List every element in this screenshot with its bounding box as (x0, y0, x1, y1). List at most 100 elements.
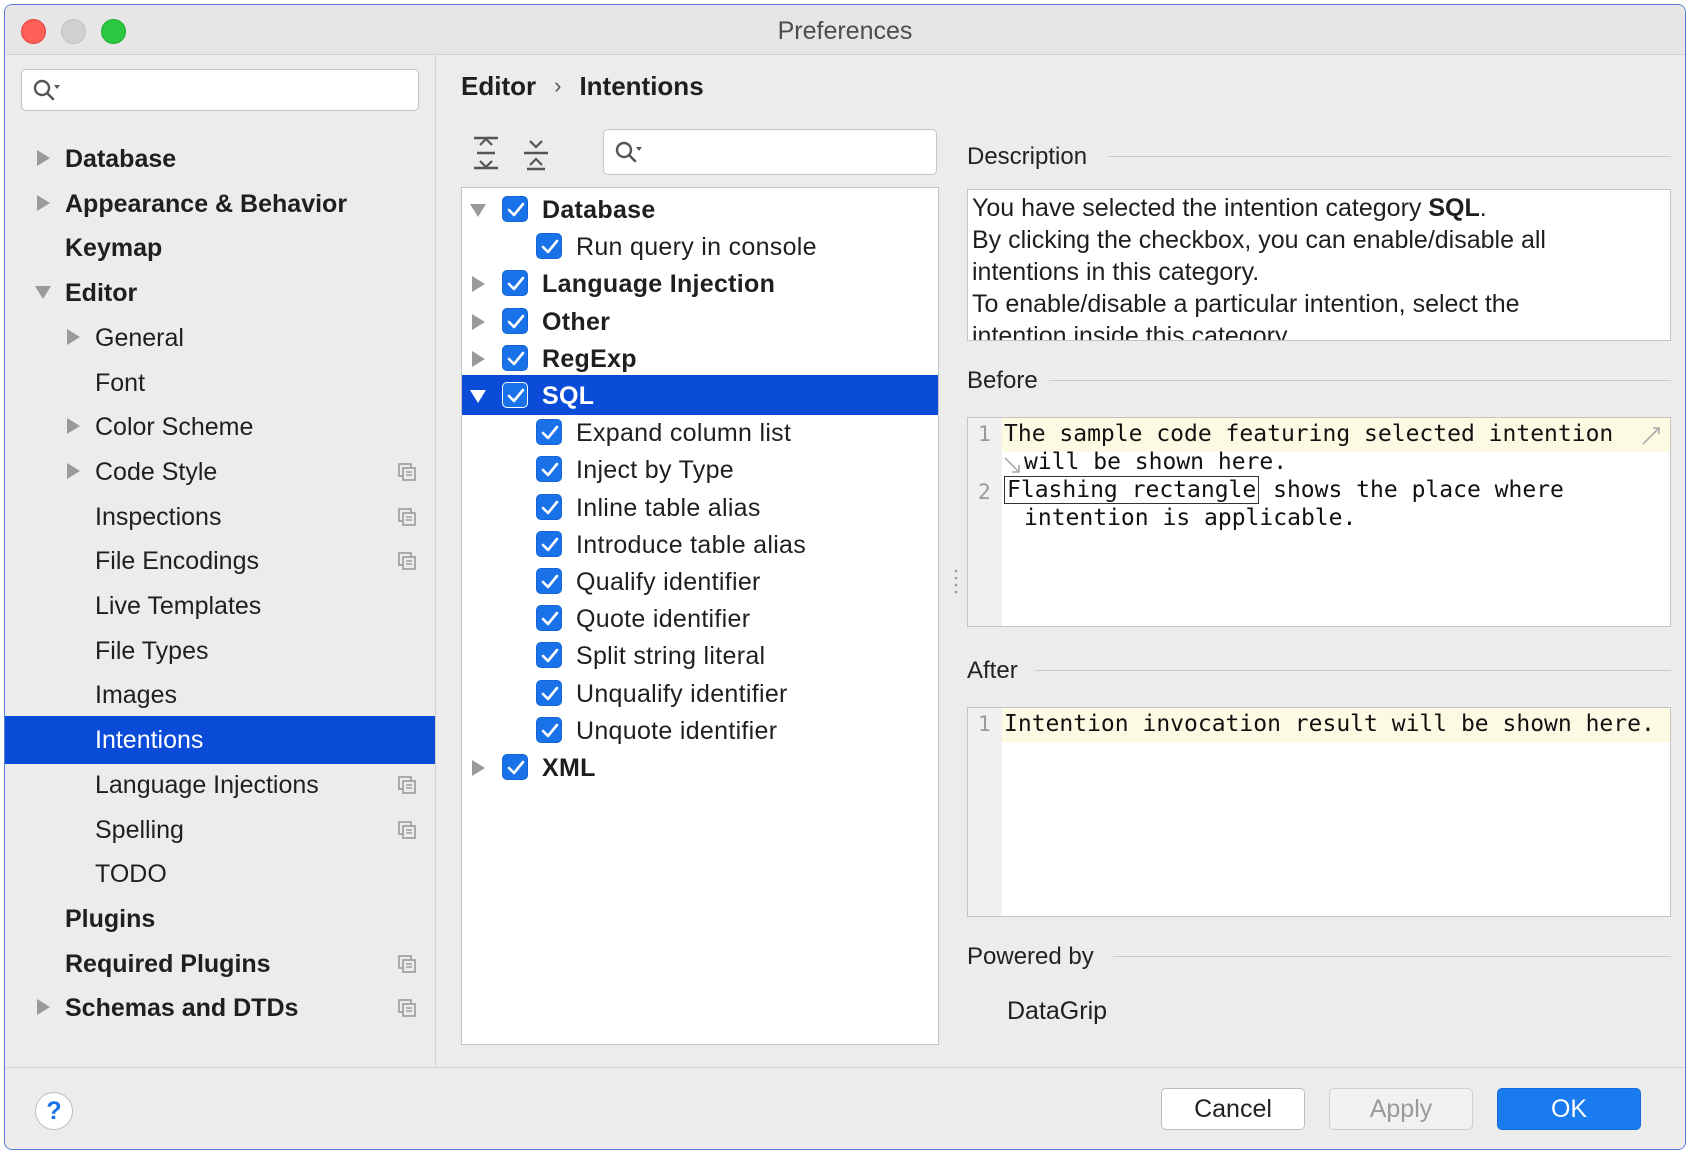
sidebar-item-spelling[interactable]: Spelling (5, 806, 435, 854)
sidebar-item-file-types[interactable]: File Types (5, 627, 435, 675)
settings-search-input[interactable] (21, 69, 419, 111)
intentions-search-input[interactable] (603, 129, 937, 175)
collapsed-arrow-icon[interactable] (35, 998, 51, 1016)
expanded-arrow-icon[interactable] (470, 387, 486, 405)
intention-label: RegExp (542, 344, 637, 373)
sidebar-item-inspections[interactable]: Inspections (5, 493, 435, 541)
collapsed-arrow-icon[interactable] (470, 313, 486, 331)
sidebar-item-code-style[interactable]: Code Style (5, 448, 435, 496)
collapsed-arrow-icon[interactable] (65, 328, 81, 346)
intention-row-language-injection[interactable]: Language Injection (462, 263, 938, 303)
intention-row-other[interactable]: Other (462, 301, 938, 341)
sidebar-item-intentions[interactable]: Intentions (5, 716, 435, 765)
sidebar-item-images[interactable]: Images (5, 671, 435, 719)
before-code-editor[interactable]: 1 The sample code featuring selected int… (967, 417, 1671, 627)
intention-checkbox[interactable] (536, 605, 562, 632)
sidebar-item-font[interactable]: Font (5, 359, 435, 407)
intention-checkbox[interactable] (502, 307, 528, 334)
project-level-icon (398, 820, 416, 839)
collapsed-arrow-icon[interactable] (35, 149, 51, 167)
sidebar-item-required-plugins[interactable]: Required Plugins (5, 940, 435, 988)
collapse-all-icon[interactable] (521, 135, 551, 171)
ok-button[interactable]: OK (1497, 1088, 1641, 1130)
line-gutter (968, 418, 1002, 626)
after-title: After (967, 657, 1018, 684)
intention-checkbox[interactable] (536, 568, 562, 594)
intention-checkbox[interactable] (536, 233, 562, 260)
expanded-arrow-icon[interactable] (470, 201, 486, 219)
cancel-button[interactable]: Cancel (1161, 1088, 1305, 1130)
intention-row-qualify-identifier[interactable]: Qualify identifier (462, 561, 938, 601)
intention-checkbox[interactable] (502, 754, 528, 780)
intention-checkbox[interactable] (536, 419, 562, 446)
intention-label: Unqualify identifier (576, 679, 788, 708)
collapsed-arrow-icon[interactable] (470, 275, 486, 293)
sidebar-item-language-injections[interactable]: Language Injections (5, 761, 435, 809)
intention-row-expand-column-list[interactable]: Expand column list (462, 412, 938, 452)
collapsed-arrow-icon[interactable] (65, 462, 81, 480)
intention-checkbox[interactable] (502, 270, 528, 297)
collapsed-arrow-icon[interactable] (65, 417, 81, 435)
sidebar-item-file-encodings[interactable]: File Encodings (5, 537, 435, 585)
intention-row-run-query-in-console[interactable]: Run query in console (462, 226, 938, 266)
intention-checkbox[interactable] (502, 344, 528, 371)
intention-checkbox[interactable] (536, 530, 562, 557)
intention-row-database[interactable]: Database (462, 189, 938, 229)
sidebar-item-live-templates[interactable]: Live Templates (5, 582, 435, 630)
intention-checkbox[interactable] (536, 493, 562, 520)
collapsed-arrow-icon[interactable] (470, 350, 486, 368)
splitter-handle[interactable] (953, 567, 959, 597)
after-code-editor[interactable]: 1 Intention invocation result will be sh… (967, 707, 1671, 917)
description-line: . (1479, 194, 1487, 222)
apply-button[interactable]: Apply (1329, 1088, 1473, 1130)
project-level-icon (398, 954, 416, 973)
collapsed-arrow-icon[interactable] (470, 759, 486, 777)
before-divider (1049, 380, 1671, 381)
sidebar-item-label: Code Style (95, 457, 218, 486)
intention-label: Database (542, 196, 656, 224)
intention-label: XML (542, 754, 596, 782)
intention-row-inline-table-alias[interactable]: Inline table alias (462, 487, 938, 527)
intention-checkbox[interactable] (536, 679, 562, 706)
sidebar-item-schemas-and-dtds[interactable]: Schemas and DTDs (5, 984, 435, 1032)
intention-row-inject-by-type[interactable]: Inject by Type (462, 449, 938, 489)
sidebar-item-editor[interactable]: Editor (5, 269, 435, 317)
intention-checkbox[interactable] (536, 456, 562, 483)
intention-row-sql[interactable]: SQL (462, 375, 938, 415)
sidebar-item-appearance-and-behavior[interactable]: Appearance & Behavior (5, 180, 435, 228)
intention-row-quote-identifier[interactable]: Quote identifier (462, 598, 938, 638)
intention-label: Introduce table alias (576, 530, 807, 559)
intention-checkbox[interactable] (502, 196, 528, 222)
description-line: To enable/disable a particular intention… (972, 290, 1520, 318)
collapsed-arrow-icon[interactable] (35, 194, 51, 212)
intention-row-introduce-table-alias[interactable]: Introduce table alias (462, 524, 938, 564)
intention-label: SQL (542, 382, 595, 410)
powered-by-title: Powered by (967, 943, 1094, 970)
intention-checkbox[interactable] (502, 382, 528, 408)
intention-checkbox[interactable] (536, 642, 562, 669)
intention-row-unqualify-identifier[interactable]: Unqualify identifier (462, 673, 938, 713)
intentions-page: Editor › Intentions Database Run query in c… (437, 55, 1685, 1067)
settings-sidebar: Database Appearance & Behavior Keymap Edito… (5, 55, 436, 1067)
intention-label: Language Injection (542, 270, 776, 299)
breadcrumb-editor[interactable]: Editor (461, 71, 536, 102)
sidebar-item-plugins[interactable]: Plugins (5, 895, 435, 943)
intention-row-xml[interactable]: XML (462, 747, 938, 787)
sidebar-item-database[interactable]: Database (5, 135, 435, 183)
sidebar-item-label: Database (65, 145, 177, 173)
intention-row-regexp[interactable]: RegExp (462, 338, 938, 378)
search-icon (615, 141, 642, 163)
before-title: Before (967, 367, 1038, 394)
help-button[interactable]: ? (35, 1092, 73, 1130)
intention-row-split-string-literal[interactable]: Split string literal (462, 635, 938, 675)
sidebar-item-todo[interactable]: TODO (5, 850, 435, 898)
sidebar-item-label: Plugins (65, 904, 156, 933)
sidebar-item-color-scheme[interactable]: Color Scheme (5, 403, 435, 451)
sidebar-item-general[interactable]: General (5, 314, 435, 362)
expand-all-icon[interactable] (471, 135, 501, 171)
expanded-arrow-icon[interactable] (35, 283, 51, 301)
powered-by-product: DataGrip (1007, 997, 1108, 1025)
intention-row-unquote-identifier[interactable]: Unquote identifier (462, 710, 938, 750)
sidebar-item-keymap[interactable]: Keymap (5, 224, 435, 272)
intention-checkbox[interactable] (536, 716, 562, 743)
